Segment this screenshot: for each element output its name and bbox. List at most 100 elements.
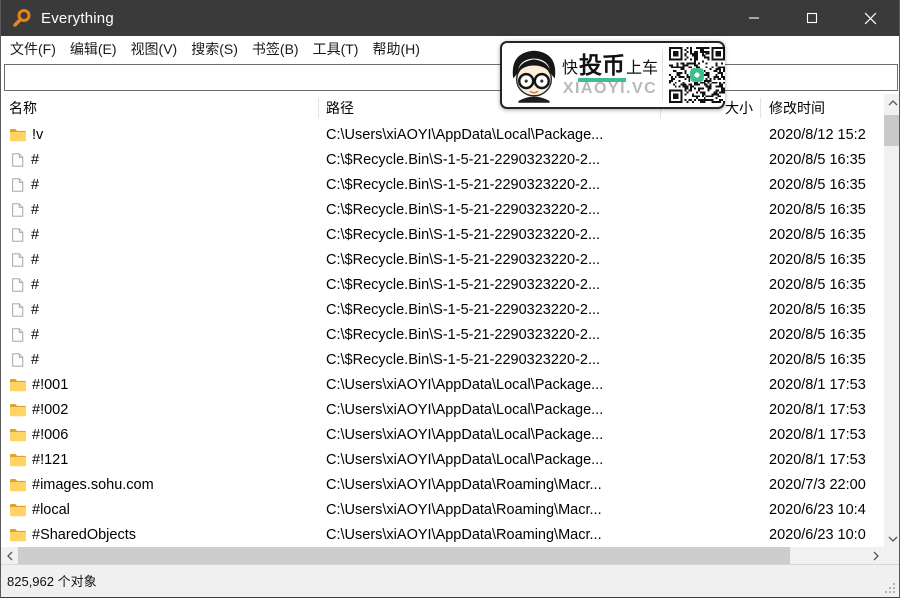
table-row[interactable]: # C:\$Recycle.Bin\S-1-5-21-2290323220-2..…	[1, 147, 884, 172]
menu-item-4[interactable]: 书签(B)	[245, 36, 306, 62]
cell-modified: 2020/8/5 16:35	[769, 251, 866, 268]
watermark-site: XIAOYI.VC	[562, 80, 658, 98]
cell-modified: 2020/8/5 16:35	[769, 276, 866, 293]
file-name: !v	[32, 126, 44, 143]
column-header-modified[interactable]: 修改时间	[761, 98, 884, 118]
table-row[interactable]: # C:\$Recycle.Bin\S-1-5-21-2290323220-2..…	[1, 297, 884, 322]
close-icon	[864, 12, 876, 24]
file-name: #SharedObjects	[32, 526, 136, 543]
column-header-row: 名称 路径 大小 修改时间	[1, 94, 884, 122]
table-row[interactable]: # C:\$Recycle.Bin\S-1-5-21-2290323220-2..…	[1, 222, 884, 247]
folder-icon	[10, 479, 26, 492]
cell-name: #	[1, 202, 319, 218]
menu-item-2[interactable]: 视图(V)	[124, 36, 185, 62]
column-header-name[interactable]: 名称	[1, 98, 319, 118]
cell-path: C:\$Recycle.Bin\S-1-5-21-2290323220-2...	[326, 276, 601, 293]
file-name: #	[31, 226, 40, 243]
table-row[interactable]: # C:\$Recycle.Bin\S-1-5-21-2290323220-2..…	[1, 197, 884, 222]
vertical-scrollbar[interactable]	[884, 94, 899, 547]
horizontal-scroll-thumb[interactable]	[18, 547, 790, 564]
resize-grip-icon[interactable]	[883, 581, 896, 594]
cell-path: C:\$Recycle.Bin\S-1-5-21-2290323220-2...	[326, 351, 601, 368]
file-name: #	[31, 276, 40, 293]
minimize-button[interactable]	[725, 0, 783, 36]
scroll-up-button[interactable]	[884, 94, 899, 111]
everything-magnifier-icon	[13, 9, 31, 27]
vertical-scroll-thumb[interactable]	[884, 115, 899, 146]
table-row[interactable]: # C:\$Recycle.Bin\S-1-5-21-2290323220-2..…	[1, 347, 884, 372]
table-row[interactable]: #local C:\Users\xiAOYI\AppData\Roaming\Ma…	[1, 497, 884, 522]
cell-path: C:\Users\xiAOYI\AppData\Roaming\Macr...	[326, 526, 602, 543]
table-row[interactable]: # C:\$Recycle.Bin\S-1-5-21-2290323220-2..…	[1, 272, 884, 297]
watermark-text-post: 上车	[626, 59, 659, 77]
file-name: #local	[32, 501, 70, 518]
menu-item-0[interactable]: 文件(F)	[3, 36, 63, 62]
maximize-icon	[806, 12, 818, 24]
file-icon	[12, 227, 24, 242]
file-name: #	[31, 251, 40, 268]
file-name: #!001	[32, 376, 69, 393]
object-count: 825,962 个对象	[7, 574, 97, 589]
scroll-down-button[interactable]	[884, 530, 899, 547]
cell-name: #!006	[1, 426, 319, 443]
cell-name: #!001	[1, 376, 319, 393]
horizontal-scrollbar[interactable]	[1, 547, 884, 564]
cell-path: C:\$Recycle.Bin\S-1-5-21-2290323220-2...	[326, 176, 601, 193]
chevron-down-icon	[888, 536, 897, 542]
table-row[interactable]: # C:\$Recycle.Bin\S-1-5-21-2290323220-2..…	[1, 247, 884, 272]
maximize-button[interactable]	[783, 0, 841, 36]
folder-icon	[10, 404, 26, 417]
file-name: #	[31, 201, 40, 218]
table-row[interactable]: # C:\$Recycle.Bin\S-1-5-21-2290323220-2..…	[1, 322, 884, 347]
file-name: #	[31, 176, 40, 193]
cell-path: C:\$Recycle.Bin\S-1-5-21-2290323220-2...	[326, 301, 601, 318]
menu-item-5[interactable]: 工具(T)	[306, 36, 366, 62]
qr-code	[669, 47, 726, 103]
menu-item-6[interactable]: 帮助(H)	[365, 36, 426, 62]
table-row[interactable]: # C:\$Recycle.Bin\S-1-5-21-2290323220-2..…	[1, 172, 884, 197]
table-row[interactable]: #!001 C:\Users\xiAOYI\AppData\Local\Packa…	[1, 372, 884, 397]
table-row[interactable]: #!006 C:\Users\xiAOYI\AppData\Local\Packa…	[1, 422, 884, 447]
menu-item-1[interactable]: 编辑(E)	[63, 36, 124, 62]
folder-icon	[10, 429, 26, 442]
avatar	[512, 50, 556, 103]
cell-name: #	[1, 327, 319, 343]
cell-path: C:\Users\xiAOYI\AppData\Local\Package...	[326, 126, 604, 143]
file-name: #	[31, 351, 40, 368]
minimize-icon	[749, 17, 759, 19]
file-name: #!121	[32, 451, 69, 468]
scroll-left-button[interactable]	[1, 547, 18, 564]
folder-icon	[10, 454, 26, 467]
table-row[interactable]: !v C:\Users\xiAOYI\AppData\Local\Package.…	[1, 122, 884, 147]
file-name: #!006	[32, 426, 69, 443]
chevron-left-icon	[6, 551, 12, 560]
close-button[interactable]	[841, 0, 899, 36]
watermark-divider	[662, 49, 664, 101]
cell-name: #	[1, 227, 319, 243]
file-icon	[12, 177, 24, 192]
file-icon	[12, 302, 24, 317]
table-row[interactable]: #SharedObjects C:\Users\xiAOYI\AppData\Ro…	[1, 522, 884, 547]
cell-path: C:\Users\xiAOYI\AppData\Local\Package...	[326, 376, 604, 393]
table-row[interactable]: #images.sohu.com C:\Users\xiAOYI\AppData\…	[1, 472, 884, 497]
scroll-right-button[interactable]	[867, 547, 884, 564]
watermark-overlay: 快投币上车 XIAOYI.VC	[500, 41, 726, 109]
cell-name: #	[1, 177, 319, 193]
cell-name: #	[1, 252, 319, 268]
table-row[interactable]: #!121 C:\Users\xiAOYI\AppData\Local\Packa…	[1, 447, 884, 472]
file-icon	[12, 277, 24, 292]
cell-modified: 2020/8/5 16:35	[769, 301, 866, 318]
window-title: Everything	[41, 9, 114, 27]
table-row[interactable]: #!002 C:\Users\xiAOYI\AppData\Local\Packa…	[1, 397, 884, 422]
file-icon	[12, 152, 24, 167]
search-input[interactable]	[4, 64, 898, 91]
cell-path: C:\Users\xiAOYI\AppData\Roaming\Macr...	[326, 476, 602, 493]
cell-name: #!002	[1, 401, 319, 418]
watermark-text-pre: 快	[562, 59, 579, 77]
cell-path: C:\$Recycle.Bin\S-1-5-21-2290323220-2...	[326, 201, 601, 218]
file-name: #	[31, 326, 40, 343]
cell-modified: 2020/8/1 17:53	[769, 451, 866, 468]
cell-path: C:\Users\xiAOYI\AppData\Roaming\Macr...	[326, 501, 602, 518]
cell-modified: 2020/8/1 17:53	[769, 401, 866, 418]
menu-item-3[interactable]: 搜索(S)	[184, 36, 245, 62]
